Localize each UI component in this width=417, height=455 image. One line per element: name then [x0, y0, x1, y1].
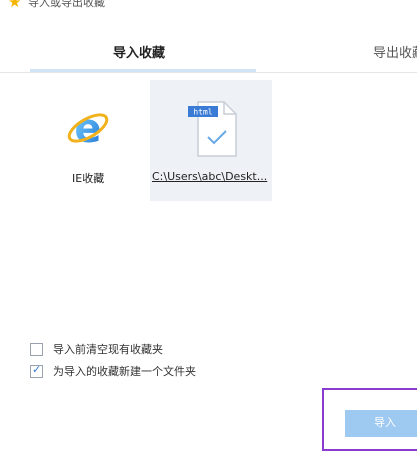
checkmark-icon: ✓ [32, 363, 42, 376]
source-ie-favorites[interactable]: e IE收藏 [60, 96, 120, 191]
window-title: 导入或导出收藏 [28, 0, 105, 9]
title-bar: ★ 导入或导出收藏 [0, 0, 417, 14]
new-folder-checkbox[interactable]: ✓ [30, 363, 43, 378]
html-file-icon: html [188, 101, 237, 157]
svg-text:html: html [193, 108, 212, 117]
ie-favorites-label: IE收藏 [72, 172, 105, 185]
clear-favorites-label: 导入前清空现有收藏夹 [53, 343, 163, 356]
import-button[interactable]: 导入 [345, 410, 417, 437]
clear-favorites-checkbox[interactable] [30, 343, 43, 356]
tab-bar: 导入收藏 导出收藏 [0, 28, 417, 73]
source-html-file[interactable]: html C:\Users\abc\Deskt... [150, 80, 272, 201]
new-folder-label: 为导入的收藏新建一个文件夹 [53, 365, 196, 378]
ie-browser-icon: e [67, 106, 109, 150]
tab-export[interactable]: 导出收藏 [373, 42, 417, 61]
tab-import[interactable]: 导入收藏 [113, 42, 165, 61]
svg-text:e: e [74, 106, 101, 150]
active-tab-indicator [30, 69, 256, 72]
star-icon: ★ [8, 0, 22, 11]
html-file-path: C:\Users\abc\Deskt... [152, 170, 268, 183]
